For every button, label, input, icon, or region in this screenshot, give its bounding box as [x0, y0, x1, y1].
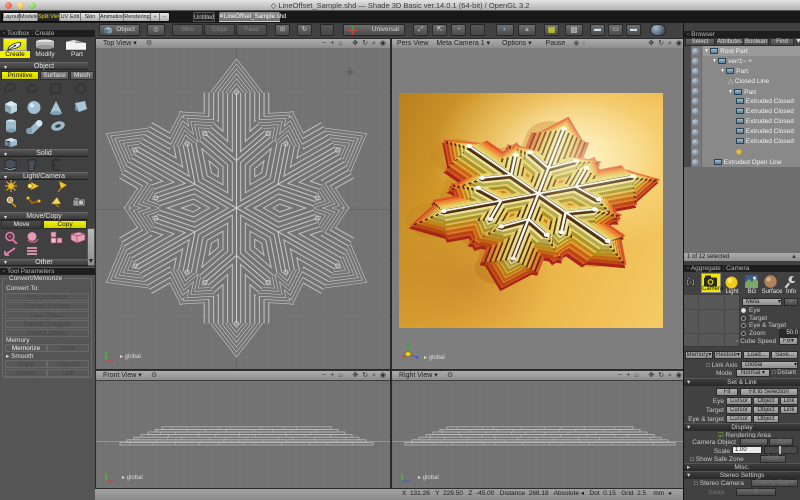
- svg-text:T: T: [6, 141, 11, 148]
